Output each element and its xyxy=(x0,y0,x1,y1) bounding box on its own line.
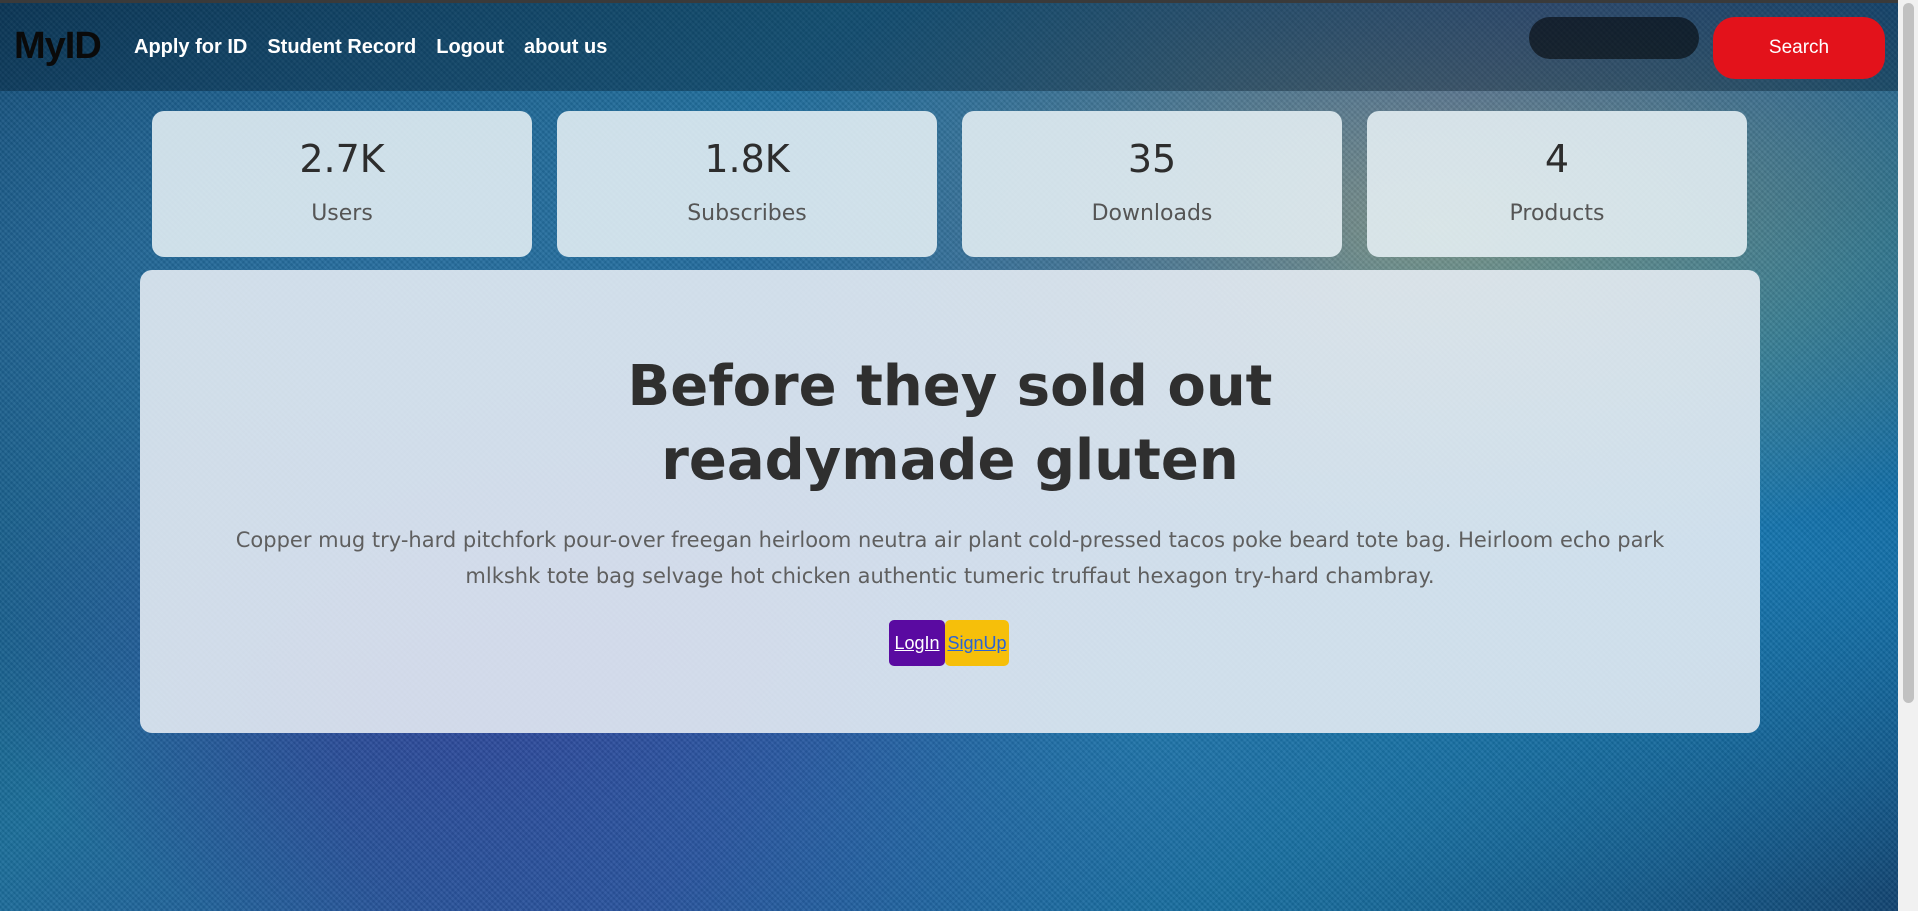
nav-links: Apply for ID Student Record Logout about… xyxy=(134,36,607,59)
stat-value: 4 xyxy=(1544,137,1570,181)
hero-title-line-2: readymade gluten xyxy=(661,428,1239,493)
stat-label: Downloads xyxy=(1091,201,1213,226)
stat-label: Users xyxy=(311,201,373,226)
nav-link-logout[interactable]: Logout xyxy=(436,36,504,59)
stat-label: Products xyxy=(1509,201,1605,226)
search-button[interactable]: Search xyxy=(1713,17,1885,79)
hero-title: Before they sold out readymade gluten xyxy=(140,350,1760,498)
signup-button[interactable]: SignUp xyxy=(945,620,1009,666)
nav-link-student-record[interactable]: Student Record xyxy=(267,36,416,59)
stat-card-users: 2.7K Users xyxy=(152,111,532,257)
stat-value: 1.8K xyxy=(704,137,790,181)
nav-link-about-us[interactable]: about us xyxy=(524,36,607,59)
search-input[interactable] xyxy=(1529,17,1699,59)
stat-card-downloads: 35 Downloads xyxy=(962,111,1342,257)
login-button[interactable]: LogIn xyxy=(889,620,945,666)
brand-logo[interactable]: MyID xyxy=(14,25,102,68)
stat-card-products: 4 Products xyxy=(1367,111,1747,257)
scrollbar-thumb[interactable] xyxy=(1903,3,1914,703)
stat-value: 2.7K xyxy=(299,137,385,181)
navbar: MyID Apply for ID Student Record Logout … xyxy=(0,3,1898,91)
hero-panel: Before they sold out readymade gluten Co… xyxy=(140,270,1760,733)
stat-value: 35 xyxy=(1127,137,1177,181)
nav-link-apply-for-id[interactable]: Apply for ID xyxy=(134,36,247,59)
hero-title-line-1: Before they sold out xyxy=(627,354,1273,419)
stat-card-subscribes: 1.8K Subscribes xyxy=(557,111,937,257)
hero-description: Copper mug try-hard pitchfork pour-over … xyxy=(235,528,1665,588)
auth-button-group: LogIn SignUp xyxy=(889,620,1009,666)
stat-label: Subscribes xyxy=(687,201,807,226)
